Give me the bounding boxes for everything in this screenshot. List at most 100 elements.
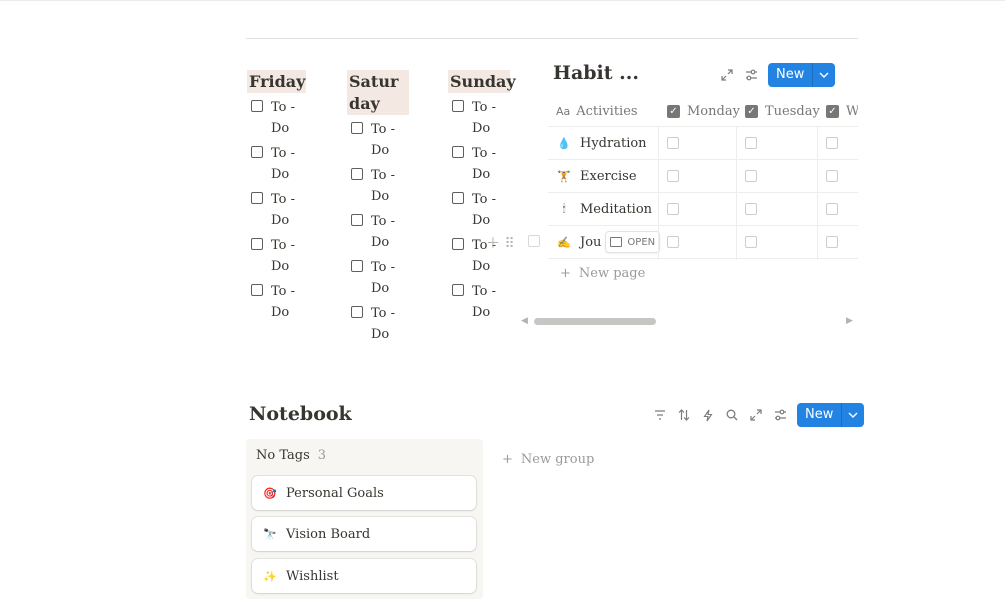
settings-sliders-icon[interactable] (771, 406, 789, 424)
wednesday-checkbox[interactable] (826, 170, 838, 182)
droplet-icon: 💧 (557, 136, 571, 150)
monday-checkbox[interactable] (667, 170, 679, 182)
table-row[interactable]: 🕯 Meditation (548, 193, 858, 226)
scrollbar-thumb[interactable] (534, 318, 656, 325)
checkbox-type-icon: ✓ (667, 104, 680, 118)
drag-handle[interactable]: ＋ ⠿ (486, 233, 515, 253)
todo-checkbox[interactable] (452, 100, 464, 112)
todo-checkbox[interactable] (251, 192, 263, 204)
chevron-down-icon[interactable] (842, 403, 864, 427)
group-header[interactable]: No Tags 3 (256, 448, 326, 463)
column-header-tuesday[interactable]: ✓ Tuesday (745, 96, 825, 126)
column-header-wednesday[interactable]: ✓ W (826, 96, 858, 126)
todo-item[interactable]: To - Do (247, 189, 311, 231)
weightlifter-icon: 🏋 (557, 169, 571, 183)
sort-icon[interactable] (675, 406, 693, 424)
expand-icon[interactable] (718, 66, 736, 84)
todo-item[interactable]: To - Do (448, 281, 512, 323)
open-page-button[interactable]: OPEN (605, 231, 661, 253)
todo-checkbox[interactable] (251, 238, 263, 250)
scroll-right-icon[interactable]: ▶ (846, 316, 853, 326)
tuesday-checkbox[interactable] (745, 203, 757, 215)
wednesday-checkbox[interactable] (826, 203, 838, 215)
todo-checkbox[interactable] (351, 122, 363, 134)
todo-item[interactable]: To - Do (347, 211, 411, 253)
notebook-new-button[interactable]: New (797, 403, 865, 427)
todo-checkbox[interactable] (251, 146, 263, 158)
row-title[interactable]: Meditation (580, 202, 652, 217)
card-title: Wishlist (286, 568, 339, 584)
text-type-icon: Aa (556, 104, 571, 118)
new-group-button[interactable]: + New group (502, 452, 594, 467)
board-card[interactable]: 🔭 Vision Board (252, 517, 476, 551)
checkbox-type-icon: ✓ (826, 104, 839, 118)
telescope-icon: 🔭 (263, 527, 277, 541)
candle-icon: 🕯 (562, 202, 566, 215)
expand-icon[interactable] (747, 406, 765, 424)
tuesday-checkbox[interactable] (745, 137, 757, 149)
column-header-monday[interactable]: ✓ Monday (667, 96, 747, 126)
card-title: Personal Goals (286, 485, 384, 501)
todo-item[interactable]: To - Do (347, 165, 411, 207)
writing-hand-icon: ✍ (557, 235, 571, 249)
new-button-label: New (805, 407, 834, 422)
automation-lightning-icon[interactable] (699, 406, 717, 424)
todo-checkbox[interactable] (251, 100, 263, 112)
todo-checkbox[interactable] (351, 168, 363, 180)
todo-item[interactable]: To - Do (347, 303, 411, 345)
wednesday-checkbox[interactable] (826, 236, 838, 248)
wednesday-checkbox[interactable] (826, 137, 838, 149)
day-title: Sunday (448, 70, 516, 93)
todo-checkbox[interactable] (351, 214, 363, 226)
board-card[interactable]: ✨ Wishlist (252, 559, 476, 593)
side-peek-icon (610, 237, 623, 247)
board-card[interactable]: 🎯 Personal Goals (252, 476, 476, 510)
todo-checkbox[interactable] (351, 260, 363, 272)
group-count: 3 (317, 448, 327, 463)
filter-icon[interactable] (651, 406, 669, 424)
row-title[interactable]: Hydration (580, 136, 647, 151)
todo-item[interactable]: To - Do (247, 143, 311, 185)
table-row[interactable]: 💧 Hydration (548, 127, 858, 160)
monday-checkbox[interactable] (667, 203, 679, 215)
todo-item[interactable]: To - Do (247, 235, 311, 277)
search-icon[interactable] (723, 406, 741, 424)
plus-icon: + (502, 452, 513, 467)
table-row[interactable]: 🏋 Exercise (548, 160, 858, 193)
tuesday-checkbox[interactable] (745, 236, 757, 248)
todo-checkbox[interactable] (251, 284, 263, 296)
todo-item[interactable]: To - Do (347, 119, 411, 161)
todo-checkbox[interactable] (452, 146, 464, 158)
row-title[interactable]: Exercise (580, 169, 637, 184)
card-title: Vision Board (286, 526, 371, 542)
todo-checkbox[interactable] (452, 192, 464, 204)
monday-checkbox[interactable] (667, 137, 679, 149)
habit-database-title[interactable]: Habit ... (553, 62, 639, 84)
tuesday-checkbox[interactable] (745, 170, 757, 182)
todo-checkbox[interactable] (452, 238, 464, 250)
horizontal-scrollbar[interactable]: ◀ ▶ (520, 316, 856, 326)
table-row[interactable]: ✍ Jou OPEN (548, 226, 858, 259)
todo-item[interactable]: To - Do (448, 97, 512, 139)
settings-sliders-icon[interactable] (742, 66, 760, 84)
row-select-checkbox[interactable] (528, 235, 540, 247)
todo-checkbox[interactable] (452, 284, 464, 296)
todo-item[interactable]: To - Do (247, 281, 311, 323)
notebook-title[interactable]: Notebook (249, 403, 352, 425)
day-column-saturday: Saturday To - Do To - Do To - Do To - Do… (347, 70, 411, 345)
todo-item[interactable]: To - Do (347, 257, 411, 299)
column-header-activities[interactable]: Aa Activities (556, 96, 656, 126)
day-title: Friday (247, 70, 306, 93)
todo-item[interactable]: To - Do (247, 97, 311, 139)
habit-table: Aa Activities ✓ Monday ✓ Tuesday ✓ W 💧 Hydra… (548, 96, 858, 260)
chevron-down-icon[interactable] (813, 63, 835, 87)
todo-item[interactable]: To - Do (448, 189, 512, 231)
habit-new-button[interactable]: New (768, 63, 836, 87)
todo-item[interactable]: To - Do (448, 143, 512, 185)
row-title[interactable]: Jou (580, 235, 601, 250)
monday-checkbox[interactable] (667, 236, 679, 248)
new-page-button[interactable]: + New page (560, 266, 645, 281)
target-icon: 🎯 (263, 486, 277, 500)
scroll-left-icon[interactable]: ◀ (521, 316, 528, 326)
todo-checkbox[interactable] (351, 306, 363, 318)
